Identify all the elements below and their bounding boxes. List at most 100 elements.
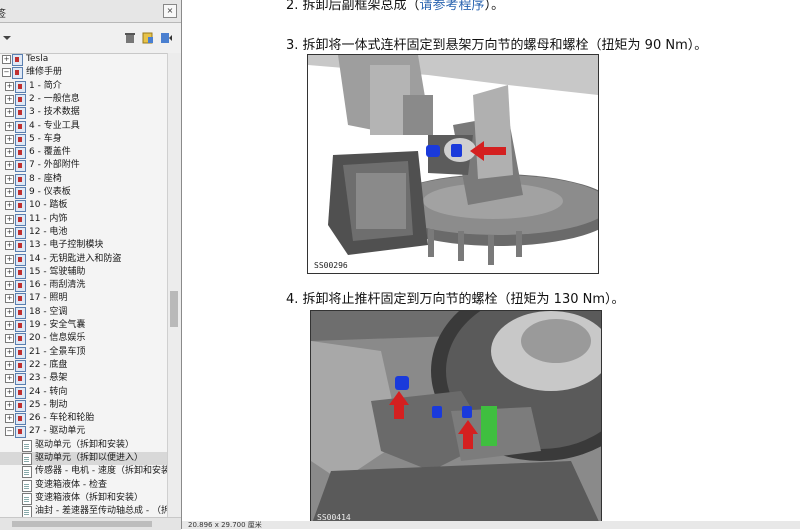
tree-item-page[interactable]: 传感器 - 电机 - 速度（拆卸和安装 xyxy=(0,465,167,479)
tree-item-section[interactable]: +12 - 电池 xyxy=(0,226,167,239)
tree-item-section[interactable]: +1 - 简介 xyxy=(0,80,167,93)
tree-item-label: 驱动单元（拆卸以便进入） xyxy=(35,453,144,463)
tree-item-section[interactable]: +13 - 电子控制模块 xyxy=(0,239,167,253)
expand-icon[interactable]: + xyxy=(5,374,14,384)
tree-item-section[interactable]: +8 - 座椅 xyxy=(0,173,167,186)
tree-item-section[interactable]: +10 - 踏板 xyxy=(0,199,167,213)
tree-item-section[interactable]: − 27 - 驱动单元 xyxy=(0,425,167,439)
page-icon xyxy=(22,466,32,479)
expand-icon[interactable]: + xyxy=(5,161,14,171)
page-icon xyxy=(22,492,32,505)
tree-item-page[interactable]: 驱动单元（拆卸和安装） xyxy=(0,439,167,452)
tree-item-label: 9 - 仪表板 xyxy=(29,187,71,197)
expand-icon[interactable]: + xyxy=(5,334,14,344)
horizontal-scrollbar[interactable] xyxy=(0,517,181,530)
expand-icon[interactable]: + xyxy=(5,321,14,330)
tree-item-section[interactable]: +3 - 技术数据 xyxy=(0,106,167,120)
bookmark-icon xyxy=(12,54,23,66)
tree-item-section[interactable]: +24 - 转向 xyxy=(0,386,167,399)
tree-item-label: 24 - 转向 xyxy=(29,386,68,397)
bookmark-new-icon[interactable] xyxy=(142,32,154,44)
bookmark-icon xyxy=(15,120,26,133)
expand-icon[interactable]: + xyxy=(5,400,14,410)
expand-icon[interactable]: + xyxy=(5,81,14,91)
bookmark-icon xyxy=(15,333,26,346)
tree-item-section[interactable]: +16 - 雨刮清洗 xyxy=(0,279,167,293)
options-dropdown-icon[interactable] xyxy=(2,32,12,44)
tree-item-section[interactable]: +18 - 空调 xyxy=(0,306,167,319)
tree-item-section[interactable]: + Tesla xyxy=(0,53,167,66)
bookmark-icon xyxy=(15,320,26,332)
expand-icon[interactable]: + xyxy=(5,387,14,397)
tree-item-section[interactable]: − 维修手册 xyxy=(0,66,167,80)
expand-icon[interactable]: + xyxy=(5,347,14,357)
figure-tie-rod-nut-bolt: SS00296 xyxy=(307,54,599,274)
bookmark-expand-icon[interactable] xyxy=(160,32,172,44)
tree-item-section[interactable]: +14 - 无钥匙进入和防盗 xyxy=(0,253,167,266)
tree-item-page[interactable]: 驱动单元（拆卸以便进入） xyxy=(0,452,167,465)
expand-icon[interactable]: + xyxy=(5,414,14,424)
tree-item-label: 维修手册 xyxy=(26,67,63,78)
delete-icon[interactable] xyxy=(124,32,136,44)
bookmark-icon xyxy=(15,280,26,293)
bookmark-icon xyxy=(15,160,26,173)
close-panel-icon[interactable]: × xyxy=(163,4,177,18)
tree-item-section[interactable]: +25 - 制动 xyxy=(0,399,167,412)
expand-icon[interactable]: + xyxy=(5,254,14,264)
tree-item-section[interactable]: +9 - 仪表板 xyxy=(0,186,167,199)
expand-icon[interactable]: + xyxy=(5,121,14,131)
expand-icon[interactable]: + xyxy=(5,174,14,184)
procedure-link[interactable]: 请参考程序 xyxy=(420,0,485,13)
bookmark-icon xyxy=(15,359,26,372)
expand-icon[interactable]: + xyxy=(5,134,14,144)
expand-icon[interactable]: + xyxy=(2,55,11,64)
expand-icon[interactable]: + xyxy=(5,201,14,211)
expand-icon[interactable]: + xyxy=(5,227,14,237)
tree-item-section[interactable]: +22 - 底盘 xyxy=(0,359,167,372)
tree-item-section[interactable]: +15 - 驾驶辅助 xyxy=(0,266,167,279)
tree-item-label: 21 - 全景车顶 xyxy=(29,346,86,357)
expand-icon[interactable]: + xyxy=(5,294,14,304)
tree-item-section[interactable]: +17 - 照明 xyxy=(0,292,167,306)
tree-item-section[interactable]: +5 - 车身 xyxy=(0,133,167,146)
tree-item-section[interactable]: +6 - 覆盖件 xyxy=(0,146,167,160)
expand-icon[interactable]: + xyxy=(5,360,14,370)
bookmark-icon xyxy=(15,293,26,306)
tree-item-section[interactable]: +26 - 车轮和轮胎 xyxy=(0,412,167,426)
page-icon xyxy=(22,453,32,465)
bookmark-icon xyxy=(15,399,26,412)
tree-item-label: 10 - 踏板 xyxy=(29,200,68,211)
scrollbar-thumb-horizontal[interactable] xyxy=(12,521,152,527)
panel-toolbar xyxy=(0,23,181,54)
tree-item-label: 7 - 外部附件 xyxy=(29,160,80,171)
expand-icon[interactable]: + xyxy=(5,267,14,277)
tree-item-section[interactable]: +19 - 安全气囊 xyxy=(0,319,167,332)
expand-icon[interactable]: + xyxy=(5,214,14,224)
expand-icon[interactable]: + xyxy=(5,307,14,317)
collapse-icon[interactable]: − xyxy=(2,68,11,78)
scrollbar-thumb[interactable] xyxy=(170,291,178,327)
tree-item-section[interactable]: +4 - 专业工具 xyxy=(0,120,167,133)
tree-item-page[interactable]: 变速箱液体 - 检查 xyxy=(0,479,167,492)
tree-item-section[interactable]: +23 - 悬架 xyxy=(0,372,167,386)
tree-item-section[interactable]: +2 - 一般信息 xyxy=(0,93,167,106)
expand-icon[interactable]: + xyxy=(5,188,14,197)
tree-item-section[interactable]: +21 - 全景车顶 xyxy=(0,346,167,359)
panel-header: 签 × xyxy=(0,0,181,23)
expand-icon[interactable]: + xyxy=(5,94,14,104)
expand-icon[interactable]: + xyxy=(5,108,14,118)
tree-item-section[interactable]: +20 - 信息娱乐 xyxy=(0,332,167,346)
tree-item-label: 17 - 照明 xyxy=(29,293,68,304)
vertical-scrollbar[interactable] xyxy=(167,53,181,521)
tree-item-page[interactable]: 变速箱液体（拆卸和安装） xyxy=(0,492,167,505)
tree-item-section[interactable]: +7 - 外部附件 xyxy=(0,159,167,173)
expand-icon[interactable]: + xyxy=(5,148,14,158)
collapse-icon[interactable]: − xyxy=(5,427,14,437)
tree-item-label: 3 - 技术数据 xyxy=(29,107,80,118)
bookmark-icon xyxy=(15,200,26,213)
expand-icon[interactable]: + xyxy=(5,241,14,251)
expand-icon[interactable]: + xyxy=(5,281,14,291)
bookmark-icon xyxy=(15,386,26,399)
tree-item-section[interactable]: +11 - 内饰 xyxy=(0,213,167,226)
bookmarks-panel: 签 × + Tesla − 维修手册 +1 - 简介 +2 - 一般信息 +3 - 技术数据… xyxy=(0,0,182,530)
